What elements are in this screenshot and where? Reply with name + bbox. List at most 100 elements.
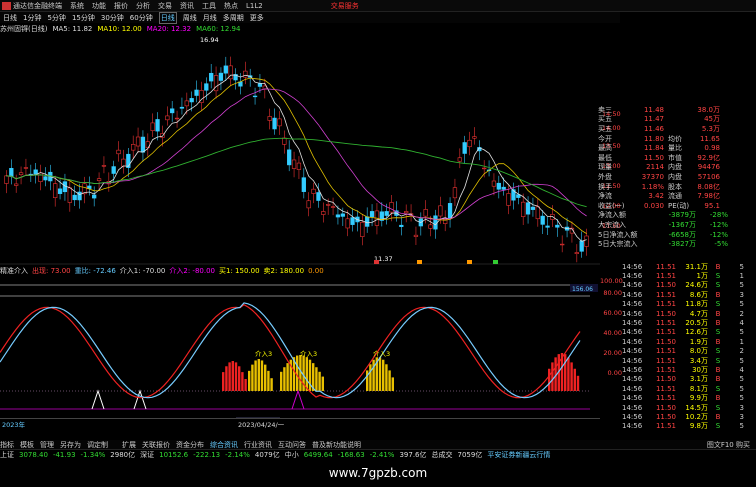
menu-system[interactable]: 系统: [70, 1, 84, 11]
menu-hot[interactable]: 热点: [224, 1, 238, 11]
period-multi[interactable]: 多周期: [223, 13, 244, 23]
sub-bar: [391, 377, 394, 391]
candle-body: [423, 209, 428, 217]
tick-price: 11.50: [655, 403, 676, 412]
tick-side: B: [715, 309, 721, 318]
tick-row[interactable]: 14:56 11.51 30万 B 4: [622, 365, 756, 374]
tick-row[interactable]: 14:56 11.50 4.7万 B 2: [622, 309, 756, 318]
quote-label: 现量: [598, 163, 612, 172]
candle-body: [428, 224, 433, 229]
tick-time: 14:56: [622, 365, 643, 374]
zx-pct: -2.41%: [369, 450, 395, 459]
sub-bar: [564, 354, 567, 391]
quote-value2: 92.9亿: [697, 153, 720, 162]
tick-list[interactable]: 14:56 11.51 31.1万 B 5 14:56 11.51 1万 S 1 14:56 11.5…: [622, 262, 756, 431]
candle-body: [584, 235, 589, 247]
tick-time: 14:56: [622, 272, 643, 281]
menu-function[interactable]: 功能: [92, 1, 106, 11]
tick-row[interactable]: 14:56 11.51 12.6万 S 5: [622, 328, 756, 337]
tick-price: 11.51: [655, 272, 676, 281]
kline-chart[interactable]: 16.94 11.37 介入3 介入3 介入3 156.06: [0, 34, 600, 418]
tick-row[interactable]: 14:56 11.50 24.6万 S 5: [622, 281, 756, 290]
sh-name[interactable]: 上证: [0, 450, 14, 460]
period-weekly[interactable]: 周线: [183, 13, 197, 23]
quote-value: 2114: [646, 163, 664, 172]
candle-body: [296, 162, 302, 170]
tick-row[interactable]: 14:56 11.51 20.5万 B 4: [622, 318, 756, 327]
period-monthly[interactable]: 月线: [203, 13, 217, 23]
period-5min[interactable]: 5分钟: [47, 13, 65, 23]
candle-body: [267, 116, 272, 121]
sub-bar: [267, 370, 270, 391]
candle-body: [43, 176, 48, 181]
sub-bar: [257, 359, 260, 391]
menu-analysis[interactable]: 分析: [136, 1, 150, 11]
tick-row[interactable]: 14:56 11.51 8.0万 S 2: [622, 347, 756, 356]
tick-side: S: [715, 356, 721, 365]
sz-name[interactable]: 深证: [140, 450, 154, 460]
tick-row[interactable]: 14:56 11.51 3.4万 S 5: [622, 356, 756, 365]
candle-body: [72, 194, 77, 201]
tick-row[interactable]: 14:56 11.50 14.5万 S 3: [622, 403, 756, 412]
tick-row[interactable]: 14:56 11.51 9.8万 S 5: [622, 422, 756, 431]
period-daily[interactable]: 日线: [3, 13, 17, 23]
sub-bar: [388, 370, 391, 391]
quote-value2: 8.08亿: [697, 182, 720, 191]
ma10-line: [6, 77, 587, 234]
menu-news[interactable]: 资讯: [180, 1, 194, 11]
indicator-name[interactable]: 精准介入: [0, 266, 28, 276]
tick-side: B: [715, 262, 721, 271]
candlestick-series: [4, 56, 589, 263]
tick-time: 14:56: [622, 384, 643, 393]
quote-label: 最高: [598, 144, 612, 153]
period-60min[interactable]: 60分钟: [130, 13, 153, 23]
date-axis: 2023年 2023/04/24/一: [0, 418, 600, 429]
sub-bar: [567, 357, 570, 391]
period-daily-active[interactable]: 日线: [158, 11, 177, 24]
sh-amount: 2980亿: [110, 450, 136, 459]
tick-row[interactable]: 14:56 11.50 10.2万 B 3: [622, 412, 756, 421]
period-15min[interactable]: 15分钟: [72, 13, 95, 23]
sub-bar: [238, 366, 241, 391]
sub-bar-series: [222, 353, 580, 391]
menu-tools[interactable]: 工具: [202, 1, 216, 11]
tick-side: B: [715, 375, 721, 384]
period-30min[interactable]: 30分钟: [101, 13, 124, 23]
tick-count: 5: [739, 394, 744, 403]
quote-label2: 均价: [668, 134, 682, 143]
tick-row[interactable]: 14:56 11.51 9.9万 B 5: [622, 393, 756, 402]
menu-l1l2[interactable]: L1L2: [246, 2, 263, 10]
tick-count: 1: [739, 337, 744, 346]
news-ticker[interactable]: 平安证券新疆云行情: [487, 450, 550, 460]
period-more[interactable]: 更多: [250, 13, 264, 23]
zx-name[interactable]: 中小: [285, 450, 299, 460]
tick-row[interactable]: 14:56 11.50 3.1万 B 5: [622, 375, 756, 384]
tick-row[interactable]: 14:56 11.50 1.9万 B 1: [622, 337, 756, 346]
tick-time: 14:56: [622, 347, 643, 356]
sh-value: 3078.40: [19, 450, 48, 459]
candle-body: [101, 165, 107, 167]
quote-value2: 57106: [697, 172, 720, 181]
sub-bar: [385, 364, 388, 391]
tick-time: 14:56: [622, 337, 643, 346]
menu-trade[interactable]: 交易: [158, 1, 172, 11]
candle-body: [447, 203, 453, 219]
tick-row[interactable]: 14:56 11.51 31.1万 B 5: [622, 262, 756, 271]
tick-row[interactable]: 14:56 11.51 8.6万 B 3: [622, 290, 756, 299]
candle-body: [135, 136, 141, 147]
tick-count: 5: [739, 300, 744, 309]
tick-row[interactable]: 14:56 11.51 8.1万 S 5: [622, 384, 756, 393]
period-1min[interactable]: 1分钟: [23, 13, 41, 23]
sub-bar: [570, 362, 573, 391]
tick-row[interactable]: 14:56 11.51 11.8万 S 5: [622, 300, 756, 309]
trade-service-link[interactable]: 交易服务: [331, 1, 359, 11]
tick-side: S: [715, 272, 721, 281]
signal-marker: [467, 260, 472, 264]
signal-marker: [493, 260, 498, 264]
sub-bar: [548, 368, 551, 391]
quote-value2: -12%: [709, 230, 728, 239]
quote-label: 卖三: [598, 105, 612, 114]
quote-label: 买五: [598, 115, 612, 124]
menu-quote[interactable]: 报价: [114, 1, 128, 11]
tick-row[interactable]: 14:56 11.51 1万 S 1: [622, 271, 756, 280]
